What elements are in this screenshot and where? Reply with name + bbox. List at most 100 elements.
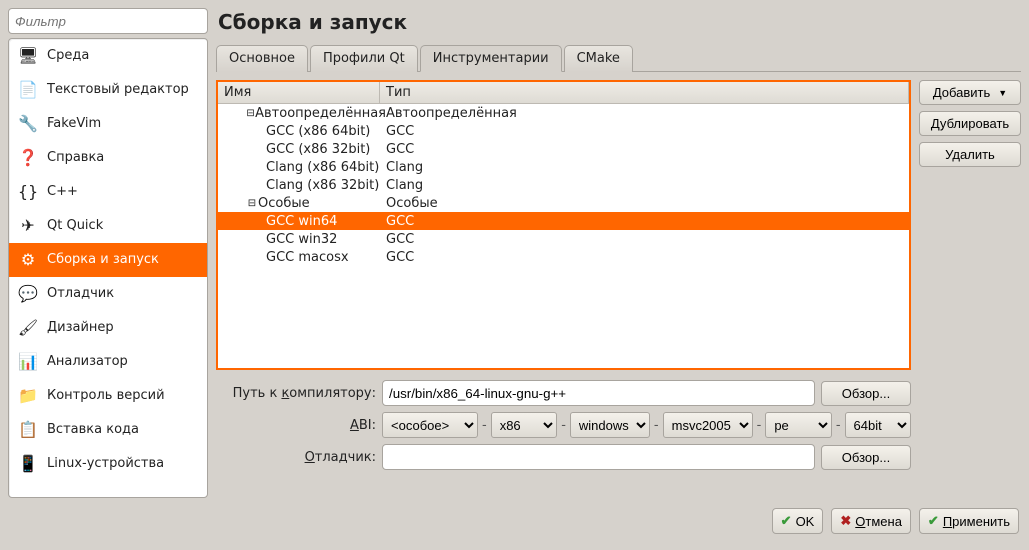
tree-item[interactable]: GCC (x86 32bit)GCC xyxy=(218,140,909,158)
abi-label: ABI: xyxy=(216,418,376,433)
settings-nav-list: 🖥Среда 📄 Текстовый редактор 🔧FakeVim❓Справк… xyxy=(8,38,208,498)
sidebar-item-icon: 📱 xyxy=(17,453,39,475)
add-button-label: Добавить xyxy=(933,85,990,100)
filter-input[interactable] xyxy=(8,8,208,34)
compiler-path-label: Путь к компилятору: xyxy=(216,386,376,401)
tree-item[interactable]: Clang (x86 32bit) Clang xyxy=(218,176,909,194)
clone-button[interactable]: Дублировать xyxy=(919,111,1021,136)
sidebar-item-icon: 📊 xyxy=(17,351,39,373)
compiler-path-input[interactable] xyxy=(382,380,815,406)
tree-item-name: GCC (x86 64bit) xyxy=(266,124,370,139)
tree-item-type: GCC xyxy=(386,124,909,139)
sidebar-item[interactable]: ✈ Qt Quick xyxy=(9,209,207,243)
sidebar-item-label: Контроль версий xyxy=(47,387,165,405)
sidebar-item[interactable]: ❓Справка xyxy=(9,141,207,175)
tab[interactable]: Профили Qt xyxy=(310,45,418,72)
sidebar-item[interactable]: 📄 Текстовый редактор xyxy=(9,73,207,107)
tree-item[interactable]: GCC win32 GCC xyxy=(218,230,909,248)
sidebar-item[interactable]: 📋 Вставка кода xyxy=(9,413,207,447)
abi-separator: - xyxy=(757,418,762,433)
tree-item[interactable]: Clang (x86 64bit)Clang xyxy=(218,158,909,176)
abi-select-5[interactable]: 64bit xyxy=(845,412,912,438)
browse-compiler-button[interactable]: Обзор... xyxy=(821,381,911,406)
tree-group[interactable]: ⊟АвтоопределённаяАвтоопределённая xyxy=(218,104,909,122)
sidebar-item-label: Анализатор xyxy=(47,353,128,371)
tree-item-name: Clang (x86 32bit) xyxy=(266,178,379,193)
tree-group-label: Автоопределённая xyxy=(255,106,386,121)
tree-item-name: GCC win32 xyxy=(266,232,337,247)
sidebar-item-label: Справка xyxy=(47,149,104,167)
toolchains-tree[interactable]: Имя Тип ⊟АвтоопределённаяАвтоопределённа… xyxy=(216,80,911,370)
sidebar-item-label: Сборка и запуск xyxy=(47,251,159,269)
tree-group-type: Автоопределённая xyxy=(386,106,909,121)
sidebar-item-icon: 🖌 xyxy=(17,317,39,339)
sidebar-item-icon: 📄 xyxy=(17,79,39,101)
sidebar-item[interactable]: 🔧FakeVim xyxy=(9,107,207,141)
sidebar-item-label: C++ xyxy=(47,183,78,201)
tree-item-name: GCC (x86 32bit) xyxy=(266,142,370,157)
abi-select-2[interactable]: windows xyxy=(570,412,650,438)
sidebar-item[interactable]: ⚙ Сборка и запуск xyxy=(9,243,207,277)
tree-item[interactable]: GCC macosx GCC xyxy=(218,248,909,266)
abi-separator: - xyxy=(836,418,841,433)
apply-button[interactable]: ✔ Применить xyxy=(919,508,1019,534)
tree-item[interactable]: GCC (x86 64bit) GCC xyxy=(218,122,909,140)
collapse-icon[interactable]: ⊟ xyxy=(246,198,258,209)
tab[interactable]: Инструментарии xyxy=(420,45,562,72)
collapse-icon[interactable]: ⊟ xyxy=(246,108,255,119)
abi-select-1[interactable]: x86 xyxy=(491,412,558,438)
sidebar-item-label: Отладчик xyxy=(47,285,114,303)
sidebar-item-icon: ⚙ xyxy=(17,249,39,271)
abi-select-4[interactable]: pe xyxy=(765,412,832,438)
ok-button[interactable]: ✔ OK xyxy=(772,508,824,534)
tree-item-type: Clang xyxy=(386,178,909,193)
sidebar-item[interactable]: 📱Linux-устройства xyxy=(9,447,207,481)
debugger-label: Отладчик: xyxy=(216,450,376,465)
abi-separator: - xyxy=(561,418,566,433)
cancel-button[interactable]: ✖ Отмена xyxy=(831,508,911,534)
sidebar-item[interactable]: {} C++ xyxy=(9,175,207,209)
tree-item-name: GCC macosx xyxy=(266,250,349,265)
tree-group[interactable]: ⊟ОсобыеОсобые xyxy=(218,194,909,212)
tab[interactable]: CMake xyxy=(564,45,633,72)
sidebar-item-label: Дизайнер xyxy=(47,319,114,337)
tree-item-name: GCC win64 xyxy=(266,214,337,229)
tree-item-type: GCC xyxy=(386,232,909,247)
sidebar-item-icon: 🖥 xyxy=(17,45,39,67)
sidebar-item[interactable]: 📊 Анализатор xyxy=(9,345,207,379)
column-header-type[interactable]: Тип xyxy=(380,82,909,103)
chevron-down-icon: ▼ xyxy=(998,88,1007,98)
sidebar-item-icon: 📁 xyxy=(17,385,39,407)
add-button[interactable]: Добавить ▼ xyxy=(919,80,1021,105)
sidebar-item[interactable]: 💬Отладчик xyxy=(9,277,207,311)
sidebar-item-icon: ✈ xyxy=(17,215,39,237)
debugger-input[interactable] xyxy=(382,444,815,470)
tree-item-name: Clang (x86 64bit) xyxy=(266,160,379,175)
abi-separator: - xyxy=(654,418,659,433)
apply-label: Применить xyxy=(943,514,1010,529)
ok-label: OK xyxy=(796,514,815,529)
sidebar-item[interactable]: 🖌 Дизайнер xyxy=(9,311,207,345)
abi-select-0[interactable]: <особое> xyxy=(382,412,478,438)
remove-button[interactable]: Удалить xyxy=(919,142,1021,167)
tree-header: Имя Тип xyxy=(218,82,909,104)
tree-group-label: Особые xyxy=(258,196,310,211)
browse-debugger-button[interactable]: Обзор... xyxy=(821,445,911,470)
tree-group-type: Особые xyxy=(386,196,909,211)
cancel-icon: ✖ xyxy=(840,513,851,529)
tabs: ОсновноеПрофили QtИнструментарииCMake xyxy=(216,44,1021,72)
tree-item[interactable]: GCC win64GCC xyxy=(218,212,909,230)
sidebar-item-label: Qt Quick xyxy=(47,217,103,235)
abi-select-3[interactable]: msvc2005 xyxy=(663,412,753,438)
tree-item-type: GCC xyxy=(386,250,909,265)
sidebar-item[interactable]: 📁 Контроль версий xyxy=(9,379,207,413)
sidebar-item-icon: {} xyxy=(17,181,39,203)
ok-icon: ✔ xyxy=(781,513,792,529)
sidebar-item-label: Текстовый редактор xyxy=(47,81,189,99)
sidebar-item[interactable]: 🖥Среда xyxy=(9,39,207,73)
sidebar-item-icon: 📋 xyxy=(17,419,39,441)
sidebar-item-label: Вставка кода xyxy=(47,421,139,439)
tab[interactable]: Основное xyxy=(216,45,308,72)
column-header-name[interactable]: Имя xyxy=(218,82,380,103)
abi-separator: - xyxy=(482,418,487,433)
